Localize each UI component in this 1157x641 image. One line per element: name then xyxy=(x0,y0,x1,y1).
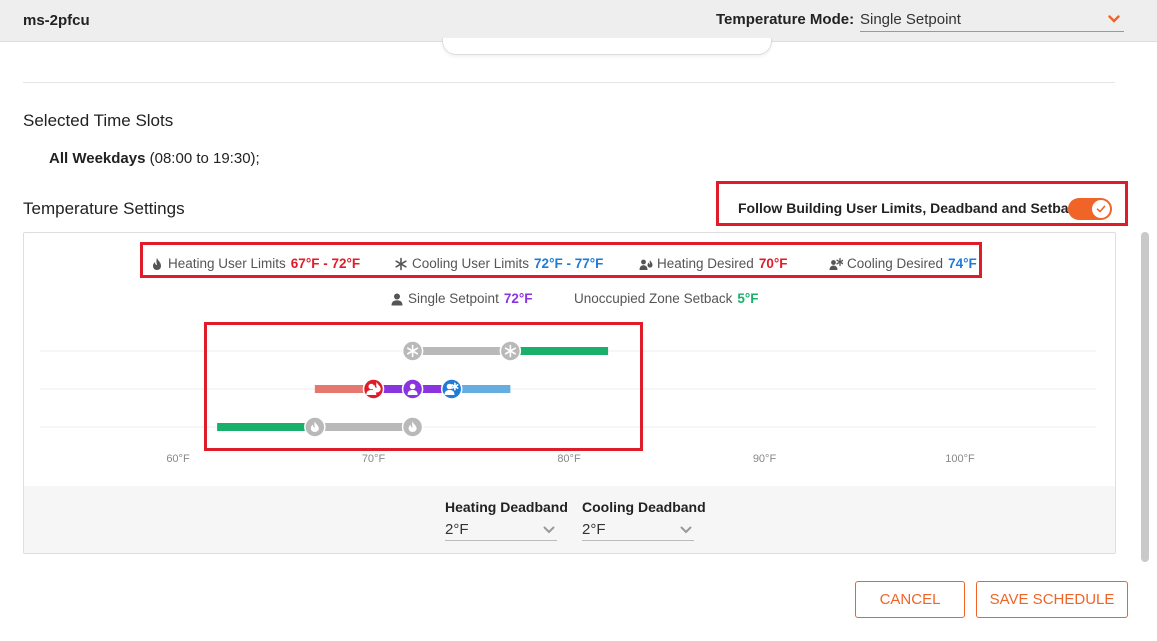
cooling-deadband-value: 2°F xyxy=(582,521,606,538)
temperature-range-chart: 60°F 70°F 80°F 90°F 100°F xyxy=(40,340,1096,465)
cancel-button[interactable]: CANCEL xyxy=(855,581,965,618)
scale-tick-label: 60°F xyxy=(166,453,190,465)
heating-deadband-select[interactable]: 2°F xyxy=(445,521,557,541)
scale-tick-label: 70°F xyxy=(362,453,386,465)
scale-tick-label: 90°F xyxy=(753,453,777,465)
save-schedule-button[interactable]: SAVE SCHEDULE xyxy=(976,581,1128,618)
chevron-down-icon xyxy=(543,526,555,534)
scale-tick-label: 100°F xyxy=(945,453,975,465)
scrollbar[interactable] xyxy=(1141,232,1149,562)
scale-tick-label: 80°F xyxy=(557,453,581,465)
heating-deadband-value: 2°F xyxy=(445,521,469,538)
cooling-deadband-select[interactable]: 2°F xyxy=(582,521,694,541)
highlight-sliders xyxy=(204,322,643,451)
cooling-deadband-label: Cooling Deadband xyxy=(582,499,706,515)
chevron-down-icon xyxy=(680,526,692,534)
heating-deadband-label: Heating Deadband xyxy=(445,499,568,515)
